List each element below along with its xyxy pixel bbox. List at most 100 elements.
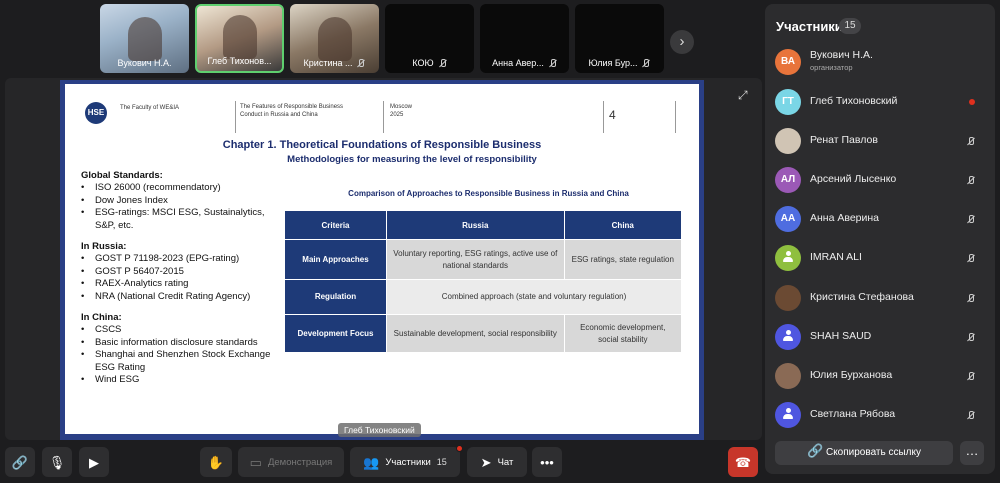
row-header: Development Focus (284, 314, 387, 353)
participant-list-item[interactable]: Светлана Рябова (775, 402, 987, 430)
speaker-name-tag: Глеб Тихоновский (338, 423, 421, 437)
participant-tile[interactable]: Вукович Н.А. (100, 4, 189, 73)
participant-list-item[interactable]: ГТ Глеб Тихоновский (775, 89, 987, 117)
mic-off-icon (438, 58, 447, 68)
university-logo: HSE (85, 102, 107, 124)
participant-tile[interactable]: Анна Авер... (480, 4, 569, 73)
participant-list-item[interactable]: Ренат Павлов (775, 128, 987, 156)
slide-title: Chapter 1. Theoretical Foundations of Re… (222, 139, 542, 151)
participant-list-item[interactable]: Юлия Бурханова (775, 363, 987, 391)
video-feed (127, 17, 162, 61)
divider (235, 101, 236, 133)
microphone-icon: 🎙 (48, 454, 66, 470)
participant-tile[interactable]: КОЮ (385, 4, 474, 73)
header-location: Moscow 2025 (390, 103, 412, 119)
mic-off-icon (966, 137, 975, 146)
avatar (775, 128, 801, 154)
participant-list-item[interactable]: ВА Вукович Н.А. организатор (775, 49, 987, 77)
table-header: Criteria (284, 210, 387, 240)
participant-tile[interactable]: Юлия Бур... (575, 4, 664, 73)
slide-subtitle: Methodologies for measuring the level of… (287, 154, 537, 165)
video-feed (222, 15, 257, 59)
table-cell: Economic development, social stability (563, 314, 683, 353)
table-cell: ESG ratings, state regulation (563, 239, 683, 280)
copy-link-label: Скопировать ссылку (825, 447, 921, 458)
standards-list: Global Standards: ISO 26000 (recommendat… (81, 170, 281, 387)
avatar: АЛ (775, 167, 801, 193)
list-item: NRA (National Credit Rating Agency) (81, 291, 281, 304)
participant-name: Ренат Павлов (810, 134, 878, 146)
tile-name: КОЮ (412, 58, 434, 68)
more-options-icon[interactable]: … (960, 441, 984, 465)
user-icon (783, 251, 793, 262)
panel-title: Участники (776, 19, 843, 34)
avatar (775, 285, 801, 311)
video-feed (317, 17, 352, 61)
tile-name: Кристина ... (303, 58, 353, 68)
section-heading: In Russia: (81, 241, 127, 253)
table-header: China (563, 210, 683, 240)
participant-name: Анна Аверина (810, 212, 880, 224)
end-call-button[interactable]: ☎ (728, 447, 758, 477)
participant-name: Глеб Тихоновский (810, 95, 898, 107)
participant-name: Юлия Бурханова (810, 369, 893, 381)
chat-button[interactable]: ➤ Чат (467, 447, 527, 477)
mic-off-icon (966, 215, 975, 224)
table-row: Regulation Combined approach (state and … (284, 279, 682, 315)
hang-up-icon: ☎ (734, 454, 752, 470)
tile-name: Глеб Тихонов... (207, 56, 272, 66)
camera-button[interactable]: ▶ (79, 447, 109, 477)
screen-share-icon: ▭ (249, 454, 262, 470)
screen-share-button[interactable]: ▭ Демонстрация (238, 447, 344, 477)
participant-tile[interactable]: Кристина ... (290, 4, 379, 73)
participants-label: Участники (385, 456, 431, 468)
participants-panel: Участники 15 ВА Вукович Н.А. организатор… (765, 4, 995, 474)
participant-name: SHAH SAUD (810, 330, 872, 342)
list-item: ISO 26000 (recommendatory) (81, 182, 281, 195)
raise-hand-button[interactable]: ✋ (200, 447, 232, 477)
microphone-button[interactable]: 🎙 (42, 447, 72, 477)
list-item: Basic information disclosure standards (81, 337, 281, 350)
participant-list-item[interactable]: АА Анна Аверина (775, 206, 987, 234)
fullscreen-icon[interactable]: ⤢ (738, 88, 750, 102)
mic-off-icon (548, 58, 557, 68)
mic-off-icon (356, 58, 365, 68)
table-cell: Sustainable development, social responsi… (386, 314, 565, 353)
list-item: Wind ESG (81, 374, 281, 387)
table-header-row: Criteria Russia China (284, 210, 683, 240)
participant-list-item[interactable]: АЛ Арсений Лысенко (775, 167, 987, 195)
more-options-button[interactable]: ••• (532, 447, 562, 477)
row-header: Main Approaches (284, 239, 387, 280)
participant-list-item[interactable]: Кристина Стефанова (775, 285, 987, 313)
participant-list-item[interactable]: IMRAN ALI (775, 245, 987, 273)
header-title-line: The Features of Responsible Business (240, 104, 344, 110)
chat-label: Чат (497, 456, 514, 468)
table-row: Main Approaches Voluntary reporting, ESG… (284, 239, 683, 280)
avatar: ВА (775, 49, 801, 75)
section-heading: Global Standards: (81, 170, 163, 181)
chevron-right-icon[interactable]: › (670, 30, 694, 54)
header-title-line: Conduct in Russia and China (240, 112, 318, 118)
presentation-slide: HSE The Faculty of WE&IA The Features of… (65, 84, 699, 434)
participant-name: Кристина Стефанова (810, 291, 914, 303)
speaking-indicator-icon (969, 99, 975, 105)
link-button[interactable]: 🔗 (5, 447, 35, 477)
participant-count-badge: 15 (839, 18, 861, 34)
participant-name: Арсений Лысенко (810, 173, 897, 185)
video-call-window: Вукович Н.А. Глеб Тихонов... Кристина ..… (0, 0, 1000, 483)
list-item: CSCS (81, 324, 281, 337)
user-icon (783, 408, 793, 419)
screen-share-label: Демонстрация (267, 456, 333, 468)
participant-tile-active-speaker[interactable]: Глеб Тихонов... (195, 4, 284, 73)
mic-off-icon (641, 58, 650, 68)
faculty-name: The Faculty of WE&IA (120, 105, 180, 111)
send-icon: ➤ (480, 454, 492, 470)
divider (383, 101, 384, 133)
copy-link-button[interactable]: 🔗 Скопировать ссылку (775, 441, 953, 465)
participants-button[interactable]: 👥 Участники 15 (350, 445, 463, 477)
table-cell: Voluntary reporting, ESG ratings, active… (386, 239, 565, 280)
user-icon (783, 330, 793, 341)
table-row: Development Focus Sustainable developmen… (284, 314, 683, 353)
list-item: RAEX-Analytics rating (81, 278, 281, 291)
participant-list-item[interactable]: SHAH SAUD (775, 324, 987, 352)
